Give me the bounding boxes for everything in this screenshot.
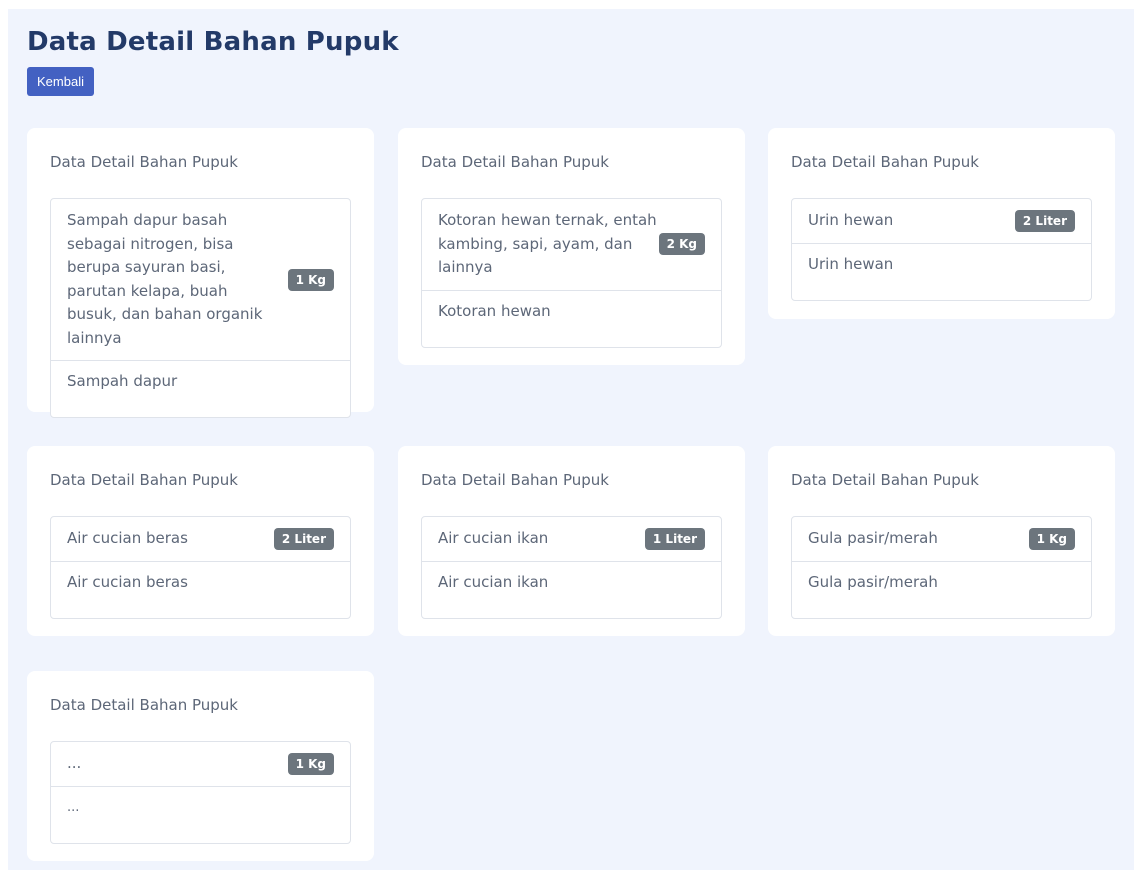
card-title: Data Detail Bahan Pupuk <box>791 471 979 489</box>
material-card: Data Detail Bahan Pupuk Air cucian ikan … <box>398 446 745 636</box>
quantity-badge: 1 Kg <box>287 268 334 291</box>
page-content: Data Detail Bahan Pupuk Kembali Data Det… <box>8 9 1134 870</box>
quantity-badge: 1 Kg <box>287 752 334 775</box>
material-name: Sampah dapur basah sebagai nitrogen, bis… <box>67 211 263 347</box>
list-item: ... 1 Kg <box>51 742 350 787</box>
material-card: Data Detail Bahan Pupuk ... 1 Kg ... <box>27 671 374 861</box>
material-description: Gula pasir/merah <box>808 572 938 591</box>
card-title: Data Detail Bahan Pupuk <box>50 696 238 714</box>
material-card: Data Detail Bahan Pupuk Urin hewan 2 Lit… <box>768 128 1115 319</box>
detail-list: Kotoran hewan ternak, entah kambing, sap… <box>421 198 722 348</box>
material-name: Kotoran hewan ternak, entah kambing, sap… <box>438 211 657 276</box>
material-description: Air cucian ikan <box>438 572 549 591</box>
material-name: Air cucian ikan <box>438 529 549 547</box>
quantity-badge: 1 Kg <box>1028 527 1075 550</box>
card-title: Data Detail Bahan Pupuk <box>50 153 238 171</box>
material-card: Data Detail Bahan Pupuk Air cucian beras… <box>27 446 374 636</box>
back-button[interactable]: Kembali <box>27 67 94 96</box>
quantity-badge: 2 Kg <box>658 233 705 256</box>
quantity-badge: 2 Liter <box>1014 209 1075 232</box>
material-card: Data Detail Bahan Pupuk Gula pasir/merah… <box>768 446 1115 636</box>
material-name: ... <box>67 754 82 772</box>
material-card: Data Detail Bahan Pupuk Kotoran hewan te… <box>398 128 745 365</box>
card-title: Data Detail Bahan Pupuk <box>421 153 609 171</box>
card-title: Data Detail Bahan Pupuk <box>421 471 609 489</box>
card-title: Data Detail Bahan Pupuk <box>791 153 979 171</box>
detail-list: Air cucian beras 2 Liter Air cucian bera… <box>50 516 351 619</box>
detail-list: ... 1 Kg ... <box>50 741 351 844</box>
quantity-badge: 1 Liter <box>644 527 705 550</box>
list-item: Urin hewan 2 Liter <box>792 199 1091 244</box>
material-description: Kotoran hewan <box>438 301 551 320</box>
detail-list: Sampah dapur basah sebagai nitrogen, bis… <box>50 198 351 418</box>
list-item: Air cucian beras 2 Liter <box>51 517 350 562</box>
material-name: Air cucian beras <box>67 529 188 547</box>
quantity-badge: 2 Liter <box>273 527 334 550</box>
detail-list: Urin hewan 2 Liter Urin hewan <box>791 198 1092 301</box>
list-item: Air cucian ikan 1 Liter <box>422 517 721 562</box>
material-name: Urin hewan <box>808 211 894 229</box>
list-item: Gula pasir/merah 1 Kg <box>792 517 1091 562</box>
material-description: ... <box>67 799 80 815</box>
material-description: Air cucian beras <box>67 572 188 591</box>
detail-list: Gula pasir/merah 1 Kg Gula pasir/merah <box>791 516 1092 619</box>
detail-list: Air cucian ikan 1 Liter Air cucian ikan <box>421 516 722 619</box>
card-title: Data Detail Bahan Pupuk <box>50 471 238 489</box>
material-description: Urin hewan <box>808 254 894 273</box>
list-item: Kotoran hewan ternak, entah kambing, sap… <box>422 199 721 291</box>
material-description: Sampah dapur <box>67 372 178 390</box>
list-item: Sampah dapur basah sebagai nitrogen, bis… <box>51 199 350 361</box>
material-card: Data Detail Bahan Pupuk Sampah dapur bas… <box>27 128 374 418</box>
page-title: Data Detail Bahan Pupuk <box>27 27 399 57</box>
material-name: Gula pasir/merah <box>808 529 938 547</box>
